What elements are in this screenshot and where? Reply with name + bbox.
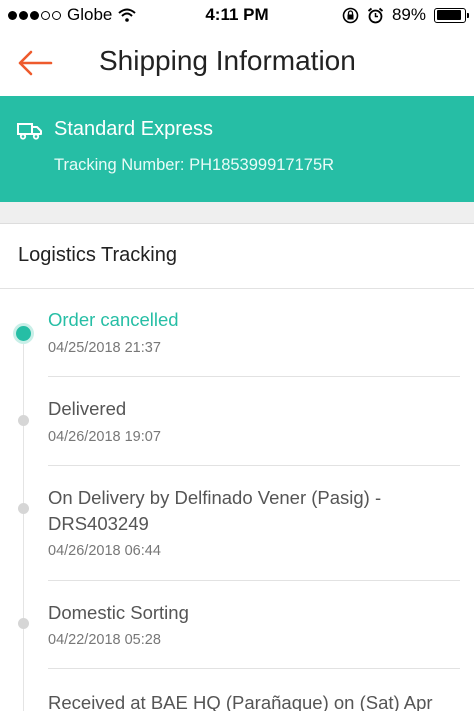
status-dot [18,503,29,514]
event-title: Delivered [48,398,127,419]
event-time: 04/26/2018 19:07 [48,429,161,445]
truck-icon [17,123,42,140]
status-dot [18,618,29,629]
shipping-banner: Standard Express Tracking Number: PH1853… [0,96,474,202]
event-divider [48,580,460,581]
event-time: 04/26/2018 06:44 [48,543,161,559]
logistics-title: Logistics Tracking [18,244,177,266]
event-divider [48,376,460,377]
tracking-number: Tracking Number: PH185399917175R [54,156,335,174]
event-time: 04/25/2018 21:37 [48,340,161,356]
battery-percent: 89% [391,5,426,24]
page-title: Shipping Information [99,45,356,76]
status-bar: Globe 4:11 PM 89% [0,0,474,30]
event-title-line-1: On Delivery by Delfinado Vener (Pasig) - [48,487,382,508]
battery-icon [434,7,469,23]
battery-level [436,10,461,20]
app-header: Shipping Information [0,30,474,96]
event-title-line-2: DRS403249 [48,513,149,534]
event-divider [48,668,460,669]
event-title: Order cancelled [48,309,179,330]
section-spacer [0,202,474,224]
rotation-lock-icon [342,7,359,23]
status-dot [18,415,29,426]
event-divider [48,465,460,466]
active-status-dot [16,326,31,341]
status-right: 89% [342,5,469,25]
section-divider [0,288,474,289]
arrow-left-icon [18,50,53,76]
timeline-line [23,334,24,711]
event-time: 04/22/2018 05:28 [48,632,161,648]
event-title: Domestic Sorting [48,602,189,623]
alarm-icon [367,7,384,23]
event-title: Received at BAE HQ (Parañaque) on (Sat) … [48,692,433,711]
back-button[interactable] [14,44,56,82]
shipping-service: Standard Express [54,118,213,140]
